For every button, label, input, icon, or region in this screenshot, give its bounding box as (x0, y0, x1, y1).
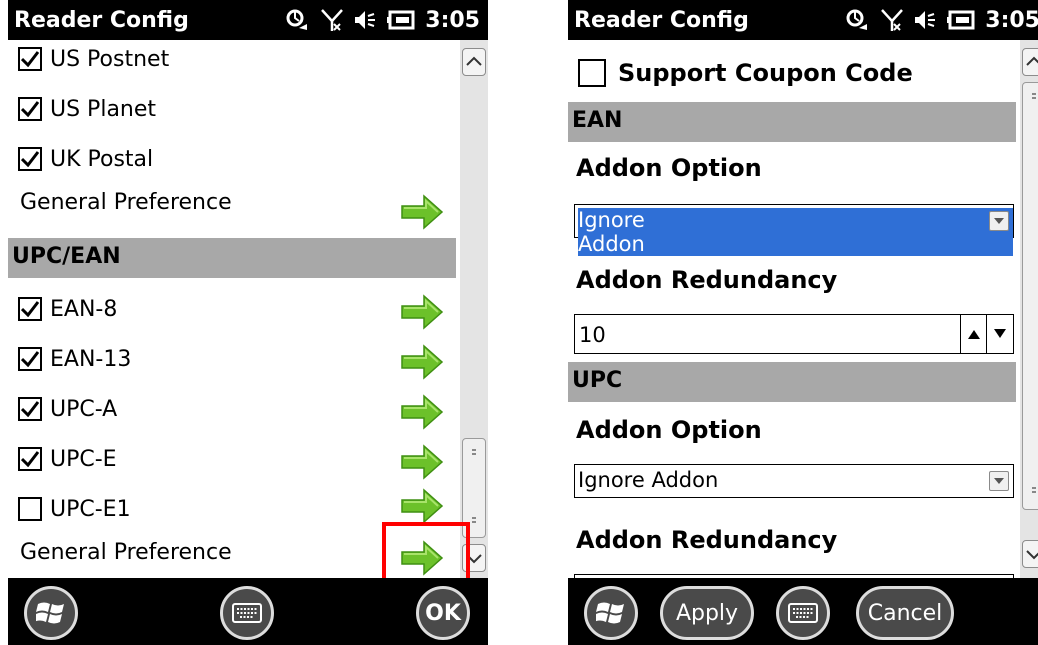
checkbox-label: EAN-13 (50, 346, 132, 372)
checkbox-label: UPC-E (50, 446, 117, 472)
upc-addon-option-dropdown[interactable]: Ignore Addon (574, 464, 1014, 498)
checkbox-upc-a[interactable]: UPC-A (18, 394, 117, 424)
soft-key-bar: OK (8, 578, 488, 645)
clock: 3:05 (985, 7, 1038, 33)
checkbox-label: Support Coupon Code (618, 59, 913, 87)
app-title: Reader Config (14, 8, 189, 33)
checkbox-uk-postal[interactable]: UK Postal (18, 144, 153, 174)
checkbox-ean-13[interactable]: EAN-13 (18, 344, 131, 374)
stepper-value: 10 (579, 323, 606, 347)
dropdown-value: Ignore Addon (578, 468, 719, 492)
chevron-down-icon[interactable] (989, 471, 1009, 491)
checkbox-box[interactable] (18, 447, 42, 471)
app-title: Reader Config (574, 8, 749, 33)
sync-icon (285, 8, 311, 32)
checkbox-ean-8[interactable]: EAN-8 (18, 294, 117, 324)
config-form: Support Coupon Code EAN Addon Option Ign… (568, 40, 1038, 578)
checkbox-label: UPC-A (50, 396, 118, 422)
status-bar: Reader Config 3:05 (8, 0, 488, 40)
green-arrow-icon[interactable] (400, 294, 444, 330)
ean-addon-redundancy-label: Addon Redundancy (576, 266, 838, 294)
checkbox-box[interactable] (18, 347, 42, 371)
windows-logo-icon (36, 602, 64, 624)
checkbox-box[interactable] (578, 59, 606, 87)
checkbox-box[interactable] (18, 397, 42, 421)
checkbox-box[interactable] (18, 97, 42, 121)
checkbox-label: US Postnet (50, 46, 170, 72)
highlight-box (382, 522, 470, 578)
soft-key-bar: Apply Cancel (568, 578, 1038, 645)
no-signal-icon (321, 8, 344, 32)
windows-start-button[interactable] (584, 586, 638, 640)
checkbox-box[interactable] (18, 497, 42, 521)
section-title: UPC/EAN (12, 244, 121, 269)
status-bar: Reader Config 3:05 (568, 0, 1038, 40)
checkbox-label: UK Postal (50, 146, 154, 172)
ean-addon-redundancy-stepper[interactable]: 10 (574, 314, 1014, 354)
upc-addon-redundancy-label: Addon Redundancy (576, 526, 838, 554)
green-arrow-icon[interactable] (400, 488, 444, 524)
keyboard-icon (232, 603, 262, 623)
keyboard-button[interactable] (776, 586, 830, 640)
checkbox-support-coupon-code[interactable]: Support Coupon Code (578, 58, 913, 88)
checkbox-box[interactable] (18, 147, 42, 171)
section-header-ean: EAN (568, 102, 1016, 142)
vertical-scrollbar[interactable] (1020, 40, 1038, 578)
ean-addon-option-label: Addon Option (576, 154, 762, 182)
keyboard-icon (788, 603, 818, 623)
sync-icon (845, 8, 871, 32)
checkbox-label: US Planet (50, 96, 157, 122)
cancel-button[interactable]: Cancel (856, 586, 954, 640)
ok-button[interactable]: OK (416, 586, 470, 640)
section-header-upc: UPC (568, 362, 1016, 402)
checkbox-label: UPC-E1 (50, 496, 131, 522)
windows-start-button[interactable] (24, 586, 78, 640)
chevron-down-icon[interactable] (989, 211, 1009, 231)
green-arrow-icon[interactable] (400, 444, 444, 480)
stepper-down-icon[interactable] (986, 315, 1013, 353)
battery-icon (947, 9, 975, 31)
config-list: US Postnet US Planet UK Postal General P… (8, 40, 488, 578)
checkbox-us-postnet[interactable]: US Postnet (18, 44, 169, 74)
general-preference-link[interactable]: General Preference (20, 190, 232, 215)
green-arrow-icon[interactable] (400, 394, 444, 430)
no-signal-icon (881, 8, 904, 32)
reader-config-screen-left: Reader Config 3:05 US Postnet US Planet … (8, 0, 488, 645)
speaker-icon (353, 8, 377, 32)
checkbox-upc-e[interactable]: UPC-E (18, 444, 117, 474)
dropdown-value: Ignore Addon (578, 208, 1013, 256)
battery-icon (387, 9, 415, 31)
ean-addon-option-dropdown[interactable]: Ignore Addon (574, 204, 1014, 256)
reader-config-screen-right: Reader Config 3:05 Support Coupon Code E… (568, 0, 1038, 645)
windows-logo-icon (596, 602, 624, 624)
clock: 3:05 (425, 7, 480, 33)
green-arrow-icon[interactable] (400, 194, 444, 230)
scroll-up-button[interactable] (462, 48, 486, 76)
section-header-upc-ean: UPC/EAN (8, 238, 456, 278)
scroll-down-button[interactable] (1022, 540, 1038, 568)
checkbox-label: EAN-8 (50, 296, 118, 322)
vertical-scrollbar[interactable] (460, 40, 488, 578)
section-title: EAN (572, 108, 623, 133)
apply-button[interactable]: Apply (660, 586, 754, 640)
general-preference-link[interactable]: General Preference (20, 540, 232, 565)
checkbox-us-planet[interactable]: US Planet (18, 94, 156, 124)
checkbox-box[interactable] (18, 297, 42, 321)
scroll-up-button[interactable] (1022, 48, 1038, 76)
speaker-icon (913, 8, 937, 32)
upc-addon-option-label: Addon Option (576, 416, 762, 444)
stepper-up-icon[interactable] (960, 315, 987, 353)
section-title: UPC (572, 368, 623, 393)
checkbox-upc-e1[interactable]: UPC-E1 (18, 494, 131, 524)
keyboard-button[interactable] (220, 586, 274, 640)
scroll-thumb[interactable] (1022, 82, 1038, 510)
green-arrow-icon[interactable] (400, 344, 444, 380)
checkbox-box[interactable] (18, 47, 42, 71)
